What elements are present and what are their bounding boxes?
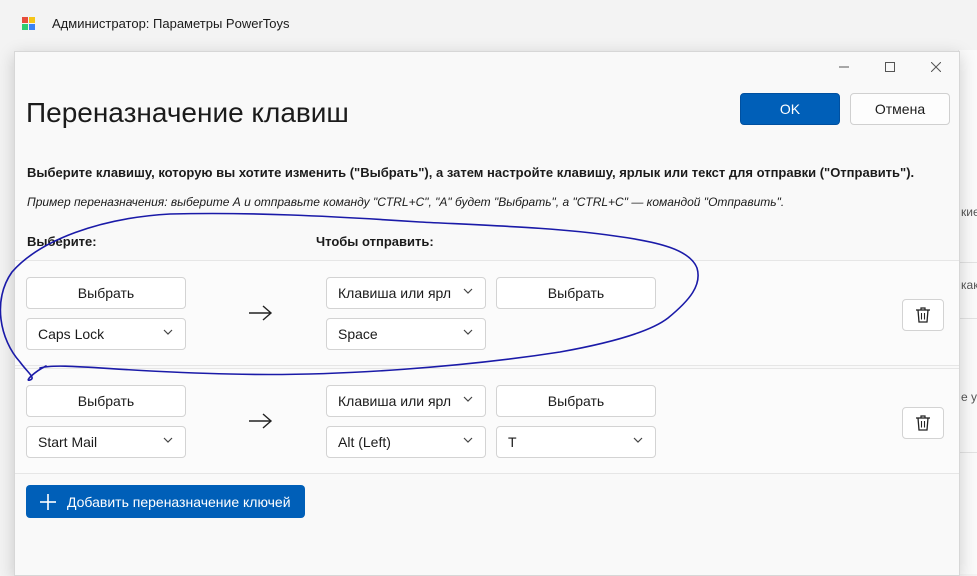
background-settings-page: кие как е у	[958, 50, 977, 574]
chevron-down-icon	[463, 329, 473, 335]
delete-row-button[interactable]	[902, 407, 944, 439]
caption-buttons	[821, 52, 959, 82]
add-remapping-button[interactable]: Добавить переназначение ключей	[26, 485, 305, 518]
from-key-dropdown[interactable]: Start Mail	[26, 426, 186, 458]
select-send-button[interactable]: Выбрать	[496, 385, 656, 417]
send-type-value: Клавиша или ярл	[338, 285, 452, 301]
window-title: Администратор: Параметры PowerToys	[52, 16, 290, 31]
remap-row: Выбрать Caps Lock Клавиша или ярл Выбрат…	[15, 260, 959, 366]
minimize-button[interactable]	[821, 52, 867, 82]
column-header-send: Чтобы отправить:	[316, 234, 434, 249]
close-button[interactable]	[913, 52, 959, 82]
chevron-down-icon	[463, 288, 473, 294]
to-key-dropdown[interactable]: Alt (Left)	[326, 426, 486, 458]
maximize-icon	[885, 62, 895, 72]
from-key-value: Start Mail	[38, 434, 98, 450]
background-divider	[959, 452, 977, 453]
to-key-value: T	[508, 434, 517, 450]
to-key-value: Alt (Left)	[338, 434, 391, 450]
send-type-dropdown[interactable]: Клавиша или ярл	[326, 385, 486, 417]
select-key-button[interactable]: Выбрать	[26, 277, 186, 309]
chevron-down-icon	[463, 437, 473, 443]
chevron-down-icon	[163, 329, 173, 335]
add-remapping-label: Добавить переназначение ключей	[67, 493, 291, 510]
chevron-down-icon	[163, 437, 173, 443]
background-divider	[959, 318, 977, 319]
background-text-fragment: е у	[961, 390, 977, 404]
arrow-right-icon	[249, 305, 273, 321]
trash-icon	[916, 415, 930, 431]
arrow-right-icon	[249, 413, 273, 429]
from-key-value: Caps Lock	[38, 326, 105, 342]
plus-icon	[39, 493, 57, 511]
to-key-dropdown-2[interactable]: T	[496, 426, 656, 458]
chevron-down-icon	[463, 396, 473, 402]
remap-row: Выбрать Start Mail Клавиша или ярл Выбра…	[15, 368, 959, 474]
close-icon	[931, 62, 941, 72]
instructions-text: Выберите клавишу, которую вы хотите изме…	[27, 165, 915, 180]
trash-icon	[916, 307, 930, 323]
main-window-titlebar: Администратор: Параметры PowerToys	[0, 0, 977, 50]
remap-keys-dialog: Переназначение клавиш OK Отмена Выберите…	[14, 51, 960, 576]
ok-button[interactable]: OK	[740, 93, 840, 125]
background-text-fragment: кие	[961, 205, 977, 219]
powertoys-icon	[22, 17, 35, 30]
background-divider	[959, 262, 977, 263]
column-header-select: Выберите:	[27, 234, 97, 249]
cancel-button[interactable]: Отмена	[850, 93, 950, 125]
background-text-fragment: как	[961, 278, 977, 292]
example-text: Пример переназначения: выберите А и отпр…	[27, 195, 785, 209]
from-key-dropdown[interactable]: Caps Lock	[26, 318, 186, 350]
send-type-dropdown[interactable]: Клавиша или ярл	[326, 277, 486, 309]
maximize-button[interactable]	[867, 52, 913, 82]
chevron-down-icon	[633, 437, 643, 443]
select-key-button[interactable]: Выбрать	[26, 385, 186, 417]
send-type-value: Клавиша или ярл	[338, 393, 452, 409]
to-key-value: Space	[338, 326, 378, 342]
minimize-icon	[839, 66, 849, 68]
delete-row-button[interactable]	[902, 299, 944, 331]
select-send-button[interactable]: Выбрать	[496, 277, 656, 309]
dialog-title: Переназначение клавиш	[26, 97, 349, 128]
to-key-dropdown[interactable]: Space	[326, 318, 486, 350]
